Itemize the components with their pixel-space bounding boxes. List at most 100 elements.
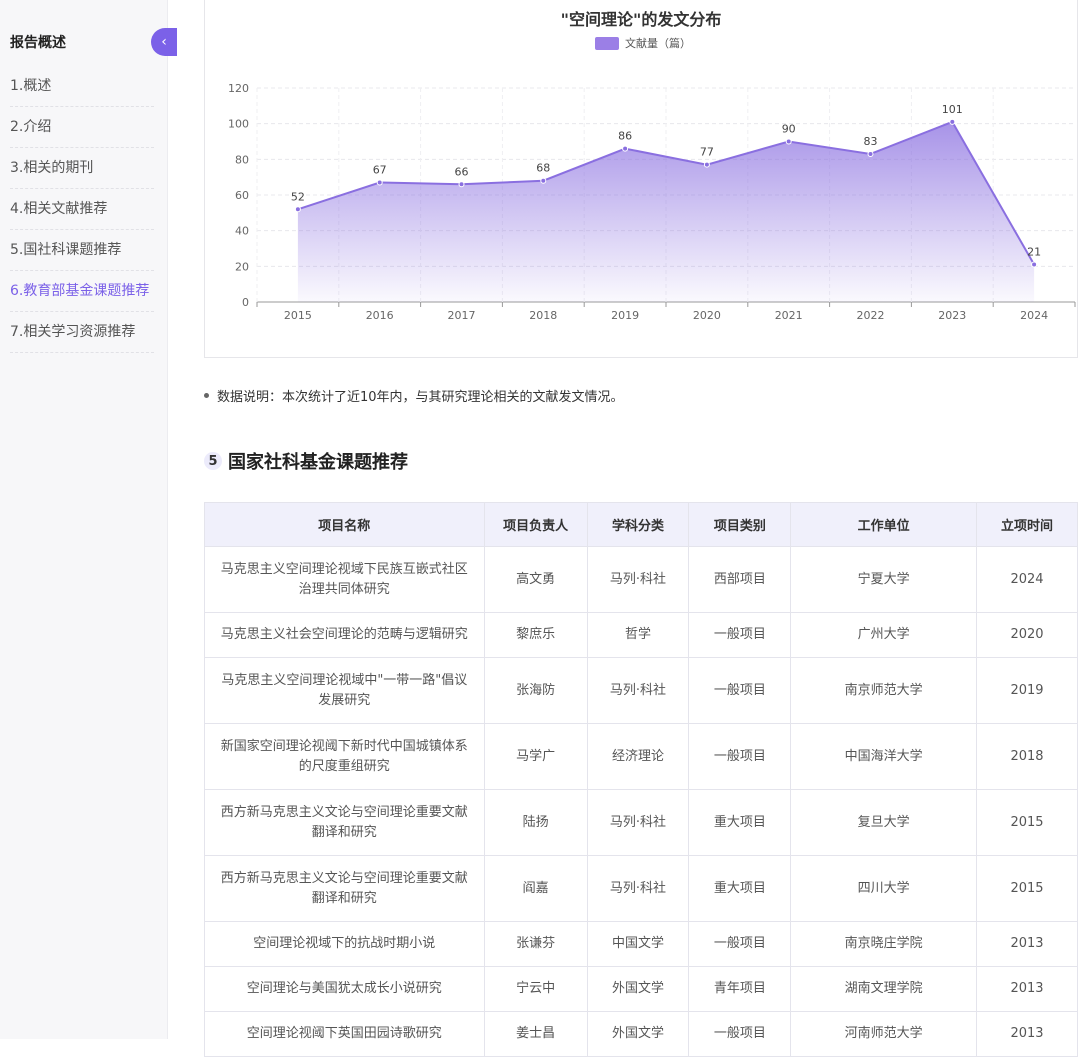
project-name-cell: 新国家空间理论视阈下新时代中国城镇体系的尺度重组研究 bbox=[204, 723, 485, 790]
discipline-cell: 经济理论 bbox=[586, 723, 690, 790]
project-category-cell: 一般项目 bbox=[688, 1011, 792, 1057]
project-name-cell: 空间理论与美国犹太成长小说研究 bbox=[204, 966, 485, 1012]
data-label: 90 bbox=[782, 123, 796, 136]
approval-year-cell: 2019 bbox=[976, 657, 1078, 724]
data-label: 67 bbox=[373, 164, 387, 177]
work-unit-cell: 宁夏大学 bbox=[790, 546, 978, 613]
data-point bbox=[458, 181, 465, 188]
project-name-cell: 空间理论视阈下英国田园诗歌研究 bbox=[204, 1011, 485, 1057]
approval-year-cell: 2015 bbox=[976, 789, 1078, 856]
col-header-discipline[interactable]: 学科分类 bbox=[586, 502, 690, 547]
data-note: 数据说明：本次统计了近10年内，与其研究理论相关的文献发文情况。 bbox=[204, 386, 624, 405]
data-label: 101 bbox=[942, 103, 963, 116]
table-row: 新国家空间理论视阈下新时代中国城镇体系的尺度重组研究 马学广 经济理论 一般项目 中国海… bbox=[204, 723, 1078, 790]
work-unit-cell: 复旦大学 bbox=[790, 789, 978, 856]
col-header-name[interactable]: 项目名称 bbox=[204, 502, 485, 547]
table-row: 西方新马克思主义文论与空间理论重要文献翻译和研究 阎嘉 马列·科社 重大项目 四川大学 2… bbox=[204, 855, 1078, 922]
table-row: 马克思主义社会空间理论的范畴与逻辑研究 黎庶乐 哲学 一般项目 广州大学 2020 bbox=[204, 612, 1078, 658]
data-label: 68 bbox=[536, 162, 550, 175]
discipline-cell: 外国文学 bbox=[586, 966, 690, 1012]
sidebar-item[interactable]: 5.国社科课题推荐 bbox=[10, 230, 154, 271]
x-tick-label: 2020 bbox=[693, 309, 721, 322]
x-tick-label: 2022 bbox=[857, 309, 885, 322]
project-category-cell: 青年项目 bbox=[688, 966, 792, 1012]
work-unit-cell: 四川大学 bbox=[790, 855, 978, 922]
discipline-cell: 外国文学 bbox=[586, 1011, 690, 1057]
project-leader-cell: 张谦芬 bbox=[483, 921, 588, 967]
legend-swatch bbox=[595, 36, 619, 50]
x-tick-label: 2024 bbox=[1020, 309, 1048, 322]
data-point bbox=[785, 138, 792, 145]
approval-year-cell: 2020 bbox=[976, 612, 1078, 658]
project-leader-cell: 姜士昌 bbox=[483, 1011, 588, 1057]
x-tick-label: 2015 bbox=[284, 309, 312, 322]
chart-legend[interactable]: 文献量（篇） bbox=[595, 35, 691, 51]
col-header-unit[interactable]: 工作单位 bbox=[790, 502, 978, 547]
data-point bbox=[294, 206, 301, 213]
approval-year-cell: 2013 bbox=[976, 966, 1078, 1012]
sidebar-item[interactable]: 3.相关的期刊 bbox=[10, 148, 154, 189]
sidebar: 报告概述 ‹ 1.概述 2.介绍 3.相关的期刊 4.相关文献推荐 5.国社科课题推荐 6… bbox=[0, 0, 177, 1039]
y-tick-label: 40 bbox=[235, 225, 249, 238]
sidebar-title: 报告概述 bbox=[10, 35, 66, 51]
collapse-sidebar-button[interactable]: ‹ bbox=[151, 28, 177, 56]
x-tick-label: 2019 bbox=[611, 309, 639, 322]
discipline-cell: 马列·科社 bbox=[586, 657, 690, 724]
col-header-leader[interactable]: 项目负责人 bbox=[483, 502, 588, 547]
project-leader-cell: 张海防 bbox=[483, 657, 588, 724]
project-name-cell: 西方新马克思主义文论与空间理论重要文献翻译和研究 bbox=[204, 855, 485, 922]
sidebar-item[interactable]: 7.相关学习资源推荐 bbox=[10, 312, 154, 353]
discipline-cell: 马列·科社 bbox=[586, 789, 690, 856]
bullet-icon bbox=[204, 393, 209, 398]
section-title: 国家社科基金课题推荐 bbox=[228, 452, 408, 473]
project-name-cell: 马克思主义空间理论视域中"一带一路"倡议发展研究 bbox=[204, 657, 485, 724]
chart-canvas: 0 20 40 60 80 100 120 2015 2016 2017 2018 2019 2020 2… bbox=[228, 82, 1076, 322]
discipline-cell: 中国文学 bbox=[586, 921, 690, 967]
data-point bbox=[540, 177, 547, 184]
project-name-cell: 马克思主义社会空间理论的范畴与逻辑研究 bbox=[204, 612, 485, 658]
project-leader-cell: 马学广 bbox=[483, 723, 588, 790]
work-unit-cell: 中国海洋大学 bbox=[790, 723, 978, 790]
project-category-cell: 一般项目 bbox=[688, 612, 792, 658]
approval-year-cell: 2013 bbox=[976, 1011, 1078, 1057]
sidebar-nav: 1.概述 2.介绍 3.相关的期刊 4.相关文献推荐 5.国社科课题推荐 6.教育部基金课… bbox=[10, 66, 154, 353]
col-header-category[interactable]: 项目类别 bbox=[688, 502, 792, 547]
table-row: 西方新马克思主义文论与空间理论重要文献翻译和研究 陆扬 马列·科社 重大项目 复旦大学 2… bbox=[204, 789, 1078, 856]
data-point bbox=[949, 118, 956, 125]
approval-year-cell: 2024 bbox=[976, 546, 1078, 613]
discipline-cell: 马列·科社 bbox=[586, 546, 690, 613]
sidebar-item[interactable]: 6.教育部基金课题推荐 bbox=[10, 271, 154, 312]
approval-year-cell: 2018 bbox=[976, 723, 1078, 790]
project-category-cell: 一般项目 bbox=[688, 723, 792, 790]
approval-year-cell: 2015 bbox=[976, 855, 1078, 922]
project-category-cell: 重大项目 bbox=[688, 855, 792, 922]
project-category-cell: 西部项目 bbox=[688, 546, 792, 613]
chart-title: "空间理论"的发文分布 bbox=[560, 10, 722, 29]
data-label: 83 bbox=[864, 135, 878, 148]
sidebar-item[interactable]: 1.概述 bbox=[10, 66, 154, 107]
project-name-cell: 西方新马克思主义文论与空间理论重要文献翻译和研究 bbox=[204, 789, 485, 856]
table-row: 马克思主义空间理论视域中"一带一路"倡议发展研究 张海防 马列·科社 一般项目 南京师范… bbox=[204, 657, 1078, 724]
data-label: 66 bbox=[455, 165, 469, 178]
work-unit-cell: 湖南文理学院 bbox=[790, 966, 978, 1012]
sidebar-item[interactable]: 4.相关文献推荐 bbox=[10, 189, 154, 230]
project-name-cell: 空间理论视域下的抗战时期小说 bbox=[204, 921, 485, 967]
sidebar-item[interactable]: 2.介绍 bbox=[10, 107, 154, 148]
data-label: 21 bbox=[1027, 246, 1041, 259]
project-leader-cell: 黎庶乐 bbox=[483, 612, 588, 658]
project-category-cell: 一般项目 bbox=[688, 921, 792, 967]
data-point bbox=[376, 179, 383, 186]
y-tick-label: 0 bbox=[242, 296, 249, 309]
discipline-cell: 马列·科社 bbox=[586, 855, 690, 922]
x-tick-label: 2016 bbox=[366, 309, 394, 322]
data-point bbox=[867, 150, 874, 157]
col-header-year[interactable]: 立项时间 bbox=[976, 502, 1078, 547]
approval-year-cell: 2013 bbox=[976, 921, 1078, 967]
legend-label: 文献量（篇） bbox=[625, 37, 691, 50]
table-row: 空间理论视域下的抗战时期小说 张谦芬 中国文学 一般项目 南京晓庄学院 2013 bbox=[204, 921, 1078, 967]
y-tick-label: 100 bbox=[228, 118, 249, 131]
y-tick-label: 20 bbox=[235, 260, 249, 273]
section-number: 5 bbox=[204, 452, 222, 470]
work-unit-cell: 广州大学 bbox=[790, 612, 978, 658]
discipline-cell: 哲学 bbox=[586, 612, 690, 658]
